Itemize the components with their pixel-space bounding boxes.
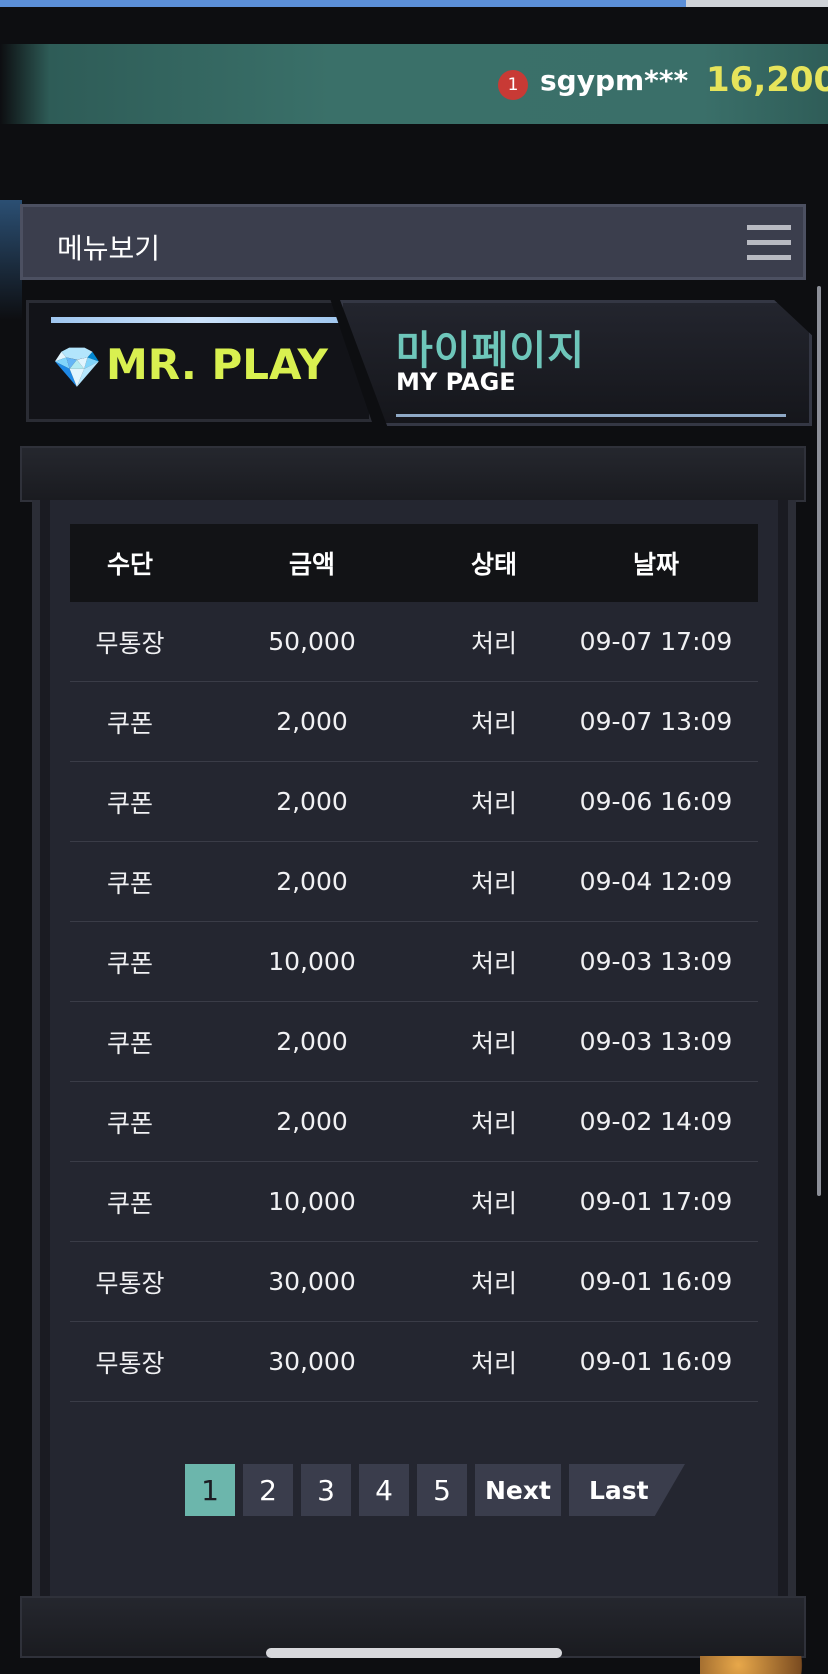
menu-label: 메뉴보기 <box>57 232 161 265</box>
cell-date: 09-07 17:09 <box>579 627 733 656</box>
cell-status: 처리 <box>470 628 517 658</box>
cell-status: 처리 <box>470 1188 517 1218</box>
cell-amount: 30,000 <box>268 1347 356 1376</box>
cell-date: 09-01 16:09 <box>579 1267 733 1296</box>
history-table: 수단 금액 상태 날짜 무통장 50,000 처리 09-07 17:09 쿠폰… <box>70 524 758 1402</box>
diamond-icon: 💎 <box>52 345 102 391</box>
header-date: 날짜 <box>632 550 679 579</box>
cell-method: 쿠폰 <box>106 708 153 738</box>
page-4-button[interactable]: 4 <box>359 1464 409 1516</box>
table-row: 쿠폰 10,000 처리 09-03 13:09 <box>70 922 758 1002</box>
cell-date: 09-02 14:09 <box>579 1107 733 1136</box>
cell-amount: 10,000 <box>268 1187 356 1216</box>
cell-date: 09-07 13:09 <box>579 707 733 736</box>
cell-method: 무통장 <box>95 628 165 658</box>
table-row: 쿠폰 2,000 처리 09-04 12:09 <box>70 842 758 922</box>
cell-date: 09-06 16:09 <box>579 787 733 816</box>
side-decoration <box>0 200 22 320</box>
notification-badge[interactable]: 1 <box>498 70 528 100</box>
page-5-button[interactable]: 5 <box>417 1464 467 1516</box>
table-row: 무통장 50,000 처리 09-07 17:09 <box>70 602 758 682</box>
next-button[interactable]: Next <box>475 1464 561 1516</box>
logo-light-strip <box>51 317 345 323</box>
home-indicator[interactable] <box>266 1648 562 1658</box>
menu-bar[interactable]: 메뉴보기 <box>20 204 806 280</box>
cell-method: 무통장 <box>95 1268 165 1298</box>
page-2-button[interactable]: 2 <box>243 1464 293 1516</box>
cell-date: 09-01 17:09 <box>579 1187 733 1216</box>
username[interactable]: sgypm*** <box>540 64 688 97</box>
table-row: 쿠폰 2,000 처리 09-02 14:09 <box>70 1082 758 1162</box>
page-1-button[interactable]: 1 <box>185 1464 235 1516</box>
table-row: 쿠폰 2,000 처리 09-06 16:09 <box>70 762 758 842</box>
frame-top <box>20 446 806 502</box>
cell-status: 처리 <box>470 1028 517 1058</box>
page-3-button[interactable]: 3 <box>301 1464 351 1516</box>
pagination: 1 2 3 4 5 Next Last <box>185 1464 685 1516</box>
cell-date: 09-01 16:09 <box>579 1347 733 1376</box>
cell-amount: 10,000 <box>268 947 356 976</box>
cell-date: 09-03 13:09 <box>579 947 733 976</box>
cell-method: 쿠폰 <box>106 868 153 898</box>
balance-amount: 16,200 <box>706 60 828 100</box>
cell-status: 처리 <box>470 948 517 978</box>
browser-progress-bar <box>0 0 686 7</box>
scrollbar[interactable] <box>817 286 821 1196</box>
header-status: 상태 <box>470 550 517 579</box>
cell-status: 처리 <box>470 708 517 738</box>
cell-amount: 2,000 <box>276 867 348 896</box>
cell-amount: 2,000 <box>276 1027 348 1056</box>
user-bar <box>0 44 828 124</box>
table-row: 무통장 30,000 처리 09-01 16:09 <box>70 1322 758 1402</box>
table-row: 무통장 30,000 처리 09-01 16:09 <box>70 1242 758 1322</box>
cell-status: 처리 <box>470 1348 517 1378</box>
cell-amount: 30,000 <box>268 1267 356 1296</box>
cell-amount: 2,000 <box>276 707 348 736</box>
floating-character-image[interactable] <box>700 1656 828 1674</box>
cell-amount: 50,000 <box>268 627 356 656</box>
browser-progress-track <box>686 0 828 7</box>
title-underline <box>396 414 786 417</box>
table-header: 수단 금액 상태 날짜 <box>70 524 758 602</box>
cell-status: 처리 <box>470 788 517 818</box>
cell-date: 09-04 12:09 <box>579 867 733 896</box>
cell-amount: 2,000 <box>276 1107 348 1136</box>
table-row: 쿠폰 2,000 처리 09-03 13:09 <box>70 1002 758 1082</box>
cell-method: 쿠폰 <box>106 1188 153 1218</box>
cell-date: 09-03 13:09 <box>579 1027 733 1056</box>
page-subtitle: MY PAGE <box>396 368 516 396</box>
cell-method: 쿠폰 <box>106 1108 153 1138</box>
cell-method: 쿠폰 <box>106 1028 153 1058</box>
cell-method: 무통장 <box>95 1348 165 1378</box>
cell-status: 처리 <box>470 1108 517 1138</box>
cell-method: 쿠폰 <box>106 788 153 818</box>
cell-method: 쿠폰 <box>106 948 153 978</box>
header-amount: 금액 <box>288 550 335 579</box>
cell-amount: 2,000 <box>276 787 348 816</box>
cell-status: 처리 <box>470 1268 517 1298</box>
header-method: 수단 <box>106 550 153 579</box>
site-logo[interactable]: MR. PLAY <box>106 340 328 389</box>
cell-status: 처리 <box>470 868 517 898</box>
last-button[interactable]: Last <box>568 1464 685 1516</box>
table-row: 쿠폰 2,000 처리 09-07 13:09 <box>70 682 758 762</box>
hamburger-icon[interactable] <box>747 225 791 263</box>
table-row: 쿠폰 10,000 처리 09-01 17:09 <box>70 1162 758 1242</box>
